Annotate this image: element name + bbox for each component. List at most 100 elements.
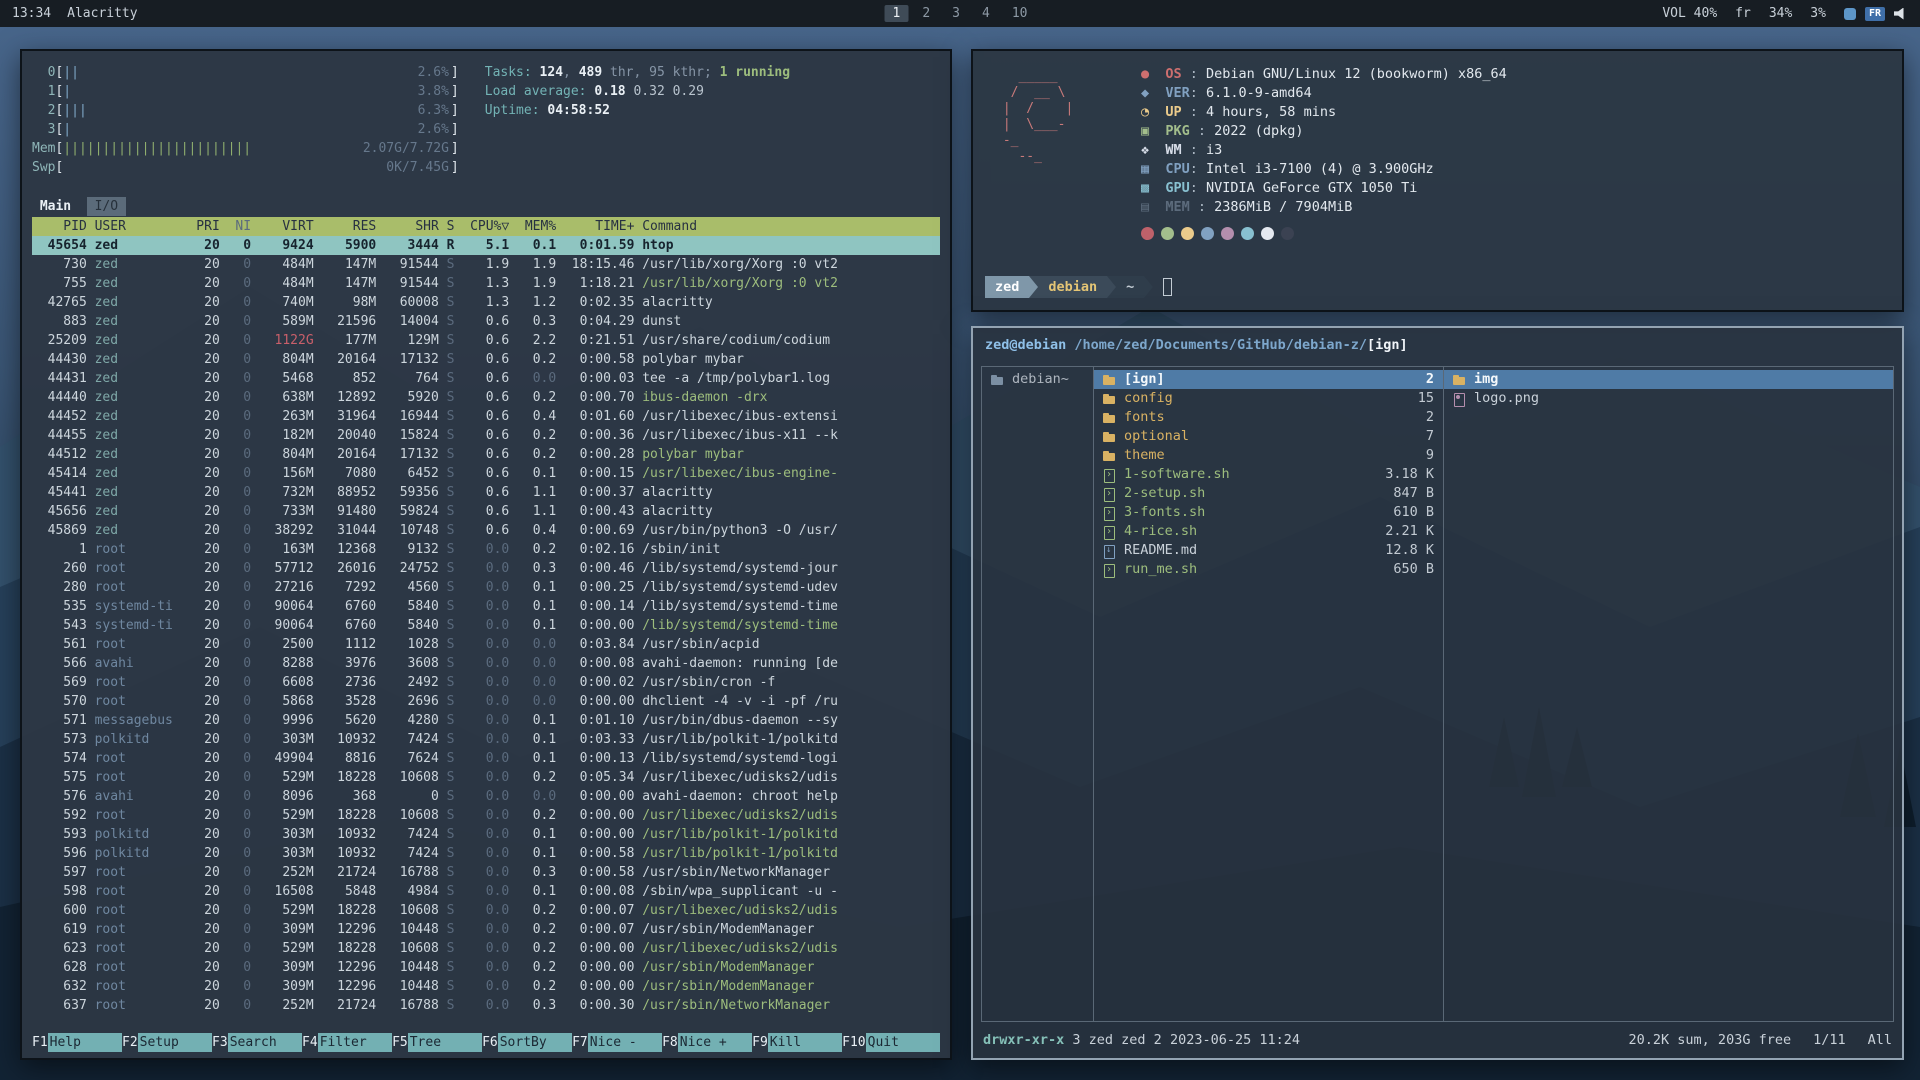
process-row[interactable]: 597root200252M2172416788S0.00.30:00.58/u…	[32, 863, 940, 882]
workspace-3[interactable]: 3	[944, 5, 968, 22]
fkey-label-F10[interactable]: Quit	[866, 1033, 940, 1052]
volume-icon[interactable]	[1894, 8, 1908, 20]
column-header-user[interactable]: USER	[95, 217, 181, 236]
fetch-window[interactable]: _____ / __ \ | / | | \___- -_ --_ ●OS : …	[971, 49, 1904, 312]
process-row[interactable]: 570root200586835282696S0.00.00:00.00dhcl…	[32, 692, 940, 711]
process-row[interactable]: 730zed200484M147M91544S1.91.918:15.46/us…	[32, 255, 940, 274]
fkey-label-F8[interactable]: Nice +	[678, 1033, 752, 1052]
column-header-s[interactable]: S	[447, 217, 463, 236]
process-row[interactable]: 569root200660827362492S0.00.00:00.02/usr…	[32, 673, 940, 692]
file-entry[interactable]: theme9	[1094, 446, 1443, 465]
fkey-F2[interactable]: F2	[122, 1033, 138, 1052]
process-row[interactable]: 628root200309M1229610448S0.00.20:00.00/u…	[32, 958, 940, 977]
file-entry[interactable]: 3-fonts.sh610 B	[1094, 503, 1443, 522]
fkey-F5[interactable]: F5	[392, 1033, 408, 1052]
process-row[interactable]: 592root200529M1822810608S0.00.20:00.00/u…	[32, 806, 940, 825]
volume-indicator[interactable]: VOL 40%	[1662, 6, 1717, 21]
fkey-label-F9[interactable]: Kill	[768, 1033, 842, 1052]
tab-io[interactable]: I/O	[87, 197, 126, 216]
process-row[interactable]: 637root200252M2172416788S0.00.30:00.30/u…	[32, 996, 940, 1015]
column-header-virt[interactable]: VIRT	[259, 217, 314, 236]
process-row[interactable]: 44431zed2005468852764S0.60.00:00.03tee -…	[32, 369, 940, 388]
fkey-label-F3[interactable]: Search	[228, 1033, 302, 1052]
process-row[interactable]: 45414zed200156M70806452S0.60.10:00.15/us…	[32, 464, 940, 483]
column-header-pid[interactable]: PID	[32, 217, 87, 236]
fkey-F8[interactable]: F8	[662, 1033, 678, 1052]
process-row[interactable]: 44455zed200182M2004015824S0.60.20:00.36/…	[32, 426, 940, 445]
column-header-cmd[interactable]: Command	[642, 217, 940, 236]
workspace-4[interactable]: 4	[974, 5, 998, 22]
percent-indicator-b[interactable]: 3%	[1810, 6, 1826, 21]
terminal-cursor[interactable]	[1163, 278, 1172, 296]
column-header-time[interactable]: TIME+	[564, 217, 634, 236]
fkey-F7[interactable]: F7	[572, 1033, 588, 1052]
fkey-F1[interactable]: F1	[32, 1033, 48, 1052]
process-row[interactable]: 25209zed2001122G177M129MS0.62.20:21.51/u…	[32, 331, 940, 350]
process-row[interactable]: 45656zed200733M9148059824S0.61.10:00.43a…	[32, 502, 940, 521]
file-entry[interactable]: img	[1444, 370, 1893, 389]
file-entry[interactable]: optional7	[1094, 427, 1443, 446]
fkey-F6[interactable]: F6	[482, 1033, 498, 1052]
network-icon[interactable]	[1844, 8, 1856, 20]
process-row[interactable]: 619root200309M1229610448S0.00.20:00.07/u…	[32, 920, 940, 939]
process-row[interactable]: 593polkitd200303M109327424S0.00.10:00.00…	[32, 825, 940, 844]
process-row[interactable]: 543systemd-ti2009006467605840S0.00.10:00…	[32, 616, 940, 635]
column-header-cpu[interactable]: CPU%▽	[470, 217, 509, 236]
file-entry[interactable]: 4-rice.sh2.21 K	[1094, 522, 1443, 541]
fkey-label-F2[interactable]: Setup	[138, 1033, 212, 1052]
fkey-F9[interactable]: F9	[752, 1033, 768, 1052]
file-manager-window[interactable]: zed@debian /home/zed/Documents/GitHub/de…	[971, 326, 1904, 1060]
workspace-2[interactable]: 2	[914, 5, 938, 22]
fkey-label-F7[interactable]: Nice -	[588, 1033, 662, 1052]
column-header-shr[interactable]: SHR	[384, 217, 439, 236]
workspace-1[interactable]: 1	[885, 5, 909, 22]
process-row[interactable]: 623root200529M1822810608S0.00.20:00.00/u…	[32, 939, 940, 958]
fkey-label-F5[interactable]: Tree	[408, 1033, 482, 1052]
workspace-10[interactable]: 10	[1004, 5, 1036, 22]
process-row[interactable]: 596polkitd200303M109327424S0.00.10:00.58…	[32, 844, 940, 863]
fkey-label-F1[interactable]: Help	[48, 1033, 122, 1052]
process-row[interactable]: 44430zed200804M2016417132S0.60.20:00.58p…	[32, 350, 940, 369]
column-header-ni[interactable]: NI	[228, 217, 251, 236]
process-row[interactable]: 632root200309M1229610448S0.00.20:00.00/u…	[32, 977, 940, 996]
process-row[interactable]: 45654zed200942459003444R5.10.10:01.59hto…	[32, 236, 940, 255]
process-row[interactable]: 1root200163M123689132S0.00.20:02.16/sbin…	[32, 540, 940, 559]
process-row[interactable]: 280root2002721672924560S0.00.10:00.25/li…	[32, 578, 940, 597]
process-row[interactable]: 574root2004990488167624S0.00.10:00.13/li…	[32, 749, 940, 768]
process-row[interactable]: 600root200529M1822810608S0.00.20:00.07/u…	[32, 901, 940, 920]
fkey-F4[interactable]: F4	[302, 1033, 318, 1052]
file-entry[interactable]: 1-software.sh3.18 K	[1094, 465, 1443, 484]
file-entry[interactable]: 2-setup.sh847 B	[1094, 484, 1443, 503]
process-row[interactable]: 44440zed200638M128925920S0.60.20:00.70ib…	[32, 388, 940, 407]
process-row[interactable]: 42765zed200740M98M60008S1.31.20:02.35ala…	[32, 293, 940, 312]
process-row[interactable]: 566avahi200828839763608S0.00.00:00.08ava…	[32, 654, 940, 673]
column-header-mem[interactable]: MEM%	[517, 217, 556, 236]
file-entry[interactable]: config15	[1094, 389, 1443, 408]
process-row[interactable]: 573polkitd200303M109327424S0.00.10:03.33…	[32, 730, 940, 749]
file-entry[interactable]: debian~	[982, 370, 1093, 389]
process-row[interactable]: 598root2001650858484984S0.00.10:00.08/sb…	[32, 882, 940, 901]
fkey-F3[interactable]: F3	[212, 1033, 228, 1052]
process-row[interactable]: 44452zed200263M3196416944S0.60.40:01.60/…	[32, 407, 940, 426]
process-row[interactable]: 535systemd-ti2009006467605840S0.00.10:00…	[32, 597, 940, 616]
layout-indicator[interactable]: fr	[1735, 6, 1751, 21]
file-entry[interactable]: [ign]2	[1094, 370, 1443, 389]
column-header-pri[interactable]: PRI	[188, 217, 219, 236]
fkey-label-F6[interactable]: SortBy	[498, 1033, 572, 1052]
process-row[interactable]: 571messagebus200999656204280S0.00.10:01.…	[32, 711, 940, 730]
percent-indicator-a[interactable]: 34%	[1769, 6, 1792, 21]
fkey-F10[interactable]: F10	[842, 1033, 865, 1052]
tab-main[interactable]: Main	[40, 197, 71, 216]
process-row[interactable]: 45441zed200732M8895259356S0.61.10:00.37a…	[32, 483, 940, 502]
column-header-res[interactable]: RES	[321, 217, 376, 236]
process-row[interactable]: 260root200577122601624752S0.00.30:00.46/…	[32, 559, 940, 578]
process-row[interactable]: 45869zed200382923104410748S0.60.40:00.69…	[32, 521, 940, 540]
keyboard-layout-badge[interactable]: FR	[1865, 7, 1885, 21]
process-row[interactable]: 576avahi20080963680S0.00.00:00.00avahi-d…	[32, 787, 940, 806]
file-entry[interactable]: logo.png	[1444, 389, 1893, 408]
process-row[interactable]: 883zed200589M2159614004S0.60.30:04.29dun…	[32, 312, 940, 331]
file-entry[interactable]: run_me.sh650 B	[1094, 560, 1443, 579]
fkey-label-F4[interactable]: Filter	[318, 1033, 392, 1052]
process-row[interactable]: 44512zed200804M2016417132S0.60.20:00.28p…	[32, 445, 940, 464]
file-entry[interactable]: fonts2	[1094, 408, 1443, 427]
